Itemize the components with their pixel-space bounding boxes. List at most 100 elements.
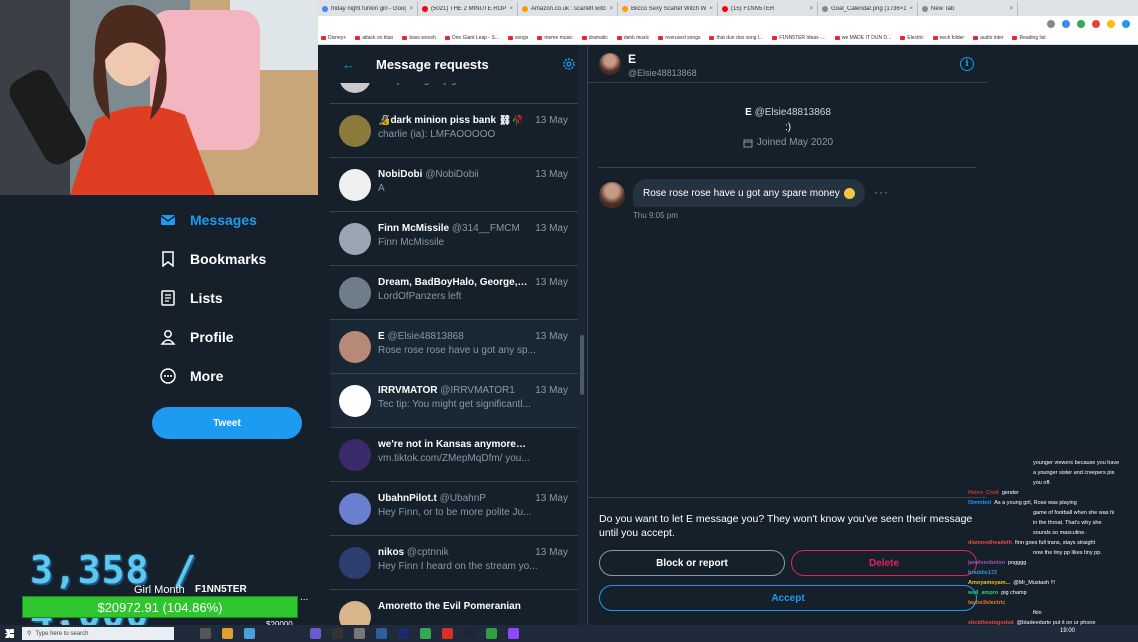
sidebar-item-messages[interactable]: Messages — [160, 212, 257, 228]
taskbar-app-icon[interactable] — [200, 628, 211, 639]
accept-button[interactable]: Accept — [599, 585, 977, 611]
conversation-item-handle: @314__FMCM — [451, 223, 520, 234]
bookmark-label: meme music — [544, 35, 573, 41]
extension-icon[interactable] — [1092, 20, 1100, 28]
taskbar-app-icon[interactable] — [354, 628, 365, 639]
scrollbar-thumb[interactable] — [580, 335, 584, 395]
bookmark-item[interactable]: dank music — [616, 35, 649, 41]
taskbar-app-icon[interactable] — [420, 628, 431, 639]
conversation-item-name: Finn McMissile @314__FMCM — [378, 223, 520, 234]
browser-tab[interactable]: (5021) THE 2 MINUTE ROPE BI× — [418, 2, 518, 16]
browser-tab[interactable]: Blicco Sexy Scarlet Witch Wa × — [618, 2, 718, 16]
taskbar-app-icon[interactable] — [222, 628, 233, 639]
chat-username: stickthestogodsd — [968, 620, 1014, 625]
conversation-item[interactable]: Finn McMissile @314__FMCM 13 May Finn McMi… — [330, 212, 578, 266]
bookmark-item[interactable]: attack on titan — [355, 35, 393, 41]
conversation-item-name: we're not in Kansas anymore 🔒 @13 May — [378, 439, 528, 450]
block-or-report-button[interactable]: Block or report — [599, 550, 785, 576]
taskbar-app-icon[interactable] — [310, 628, 321, 639]
sidebar-item-label: Bookmarks — [190, 251, 267, 267]
message-requests-title: Message requests — [376, 56, 489, 72]
bookmark-label: Disney+ — [328, 35, 347, 41]
sidebar-item-label: Lists — [190, 290, 223, 306]
taskbar-app-icon[interactable] — [442, 628, 453, 639]
taskbar-search[interactable]: ⚲ Type here to search — [22, 627, 174, 640]
chat-message: sounds so masculine. — [1033, 530, 1086, 536]
close-icon[interactable]: × — [509, 6, 513, 12]
bookmark-item[interactable]: neck folder — [932, 35, 964, 41]
bookmark-item[interactable]: One Giant Leap - S... — [444, 35, 499, 41]
chat-message: As a young girl, Rose was playing — [994, 500, 1077, 506]
conversation-item[interactable]: E @Elsie48813868 13 May Rose rose rose hav… — [330, 320, 578, 374]
back-arrow-icon[interactable]: ← — [342, 57, 355, 72]
browser-tab[interactable]: (15) F1NN5TER × — [718, 2, 818, 16]
conversation-item[interactable]: 🔏dark minion piss bank ⛓🥀 13 May charlie … — [330, 104, 578, 158]
gear-icon[interactable] — [562, 57, 576, 71]
taskbar-app-icon[interactable] — [464, 628, 475, 639]
tab-favicon-icon — [422, 6, 428, 12]
browser-tab[interactable]: Goal_Calendar.png (1736×123 × — [818, 2, 918, 16]
chat-line: in the throat. That's why she — [968, 518, 1138, 528]
windows-start-icon[interactable] — [5, 629, 14, 638]
sidebar-item-more[interactable]: More — [160, 368, 223, 384]
taskbar-app-icon[interactable] — [508, 628, 519, 639]
browser-tab[interactable]: friday night funkin girl - Goog × — [318, 2, 418, 16]
info-icon[interactable]: i — [960, 57, 974, 71]
sidebar-item-bookmarks[interactable]: Bookmarks — [160, 251, 266, 267]
conversation-item[interactable]: Amoretto the Evil Pomeranian — [330, 590, 578, 625]
bookmark-item[interactable]: that dun dun song l... — [709, 35, 763, 41]
taskbar-app-icon[interactable] — [332, 628, 343, 639]
taskbar-app-icon[interactable] — [398, 628, 409, 639]
bookmark-item[interactable]: Electric — [900, 35, 924, 41]
conversation-item[interactable]: we're not in Kansas anymore 🔒 @13 May vm.… — [330, 428, 578, 482]
close-icon[interactable]: × — [609, 6, 613, 12]
bookmark-favicon-icon — [1012, 36, 1018, 40]
taskbar-app-icon[interactable] — [376, 628, 387, 639]
chat-username: Amoyamoyam... — [968, 580, 1011, 586]
sidebar-item-lists[interactable]: Lists — [160, 290, 223, 306]
tab-favicon-icon — [922, 6, 928, 12]
taskbar-app-icon[interactable] — [486, 628, 497, 639]
bookmark-item[interactable]: we MADE IT DUN D... — [834, 35, 891, 41]
message-avatar[interactable] — [599, 182, 625, 208]
taskbar-app-icon[interactable] — [244, 628, 255, 639]
conversation-item-handle: @Elsie48813868 — [387, 331, 464, 342]
sidebar-item-profile[interactable]: Profile — [160, 329, 234, 345]
bookmark-item[interactable]: songs — [508, 35, 528, 41]
bookmark-favicon-icon — [321, 36, 326, 40]
conversation-item-date: 13 May — [535, 169, 568, 180]
conversation-item[interactable]: Dream, BadBoyHalo, George, S... 13 May Lo… — [330, 266, 578, 320]
bookmark-item[interactable]: Disney+ — [321, 35, 346, 41]
browser-tab[interactable]: New Tab × — [918, 2, 1018, 16]
profile-joined: Joined May 2020 — [756, 137, 834, 148]
close-icon[interactable]: × — [709, 6, 713, 12]
tweet-button[interactable]: Tweet — [152, 407, 302, 439]
conversation-item[interactable]: IRRVMATOR @IRRVMATOR1 13 May Tec tip: You … — [330, 374, 578, 428]
conversation-item[interactable]: UbahnPilot.t @UbahnP 13 May Hey Finn, or t… — [330, 482, 578, 536]
extension-icon[interactable] — [1062, 20, 1070, 28]
bookmark-item[interactable]: Reading list — [1012, 35, 1046, 41]
close-icon[interactable]: × — [1009, 6, 1013, 12]
conversation-item[interactable]: NobiDobi @NobiDobii 13 May A — [330, 158, 578, 212]
close-icon[interactable]: × — [809, 6, 813, 12]
profile-summary: E @Elsie48813868 :) Joined May 2020 — [588, 107, 988, 148]
close-icon[interactable]: × — [909, 6, 913, 12]
bookmark-item[interactable]: meme music — [537, 35, 573, 41]
profile-avatar-icon[interactable] — [1122, 20, 1130, 28]
browser-tab[interactable]: Amazon.co.uk : scarlett witch × — [518, 2, 618, 16]
accept-request-prompt: Do you want to let E message you? They w… — [588, 497, 988, 611]
bookmark-item[interactable]: bass woosh — [402, 35, 436, 41]
avatar[interactable] — [599, 53, 621, 75]
bookmark-item[interactable]: dramatic — [581, 35, 608, 41]
bookmark-item[interactable]: overused songs — [658, 35, 700, 41]
extension-icon[interactable] — [1077, 20, 1085, 28]
message-more-button[interactable]: ··· — [874, 185, 889, 199]
close-icon[interactable]: × — [409, 6, 413, 12]
bookmark-item[interactable]: audio inter — [973, 35, 1003, 41]
bookmark-item[interactable]: F1NN5TER Ideas -... — [772, 35, 826, 41]
message-bubble[interactable]: Rose rose rose have u got any spare mone… — [633, 179, 865, 207]
delete-button[interactable]: Delete — [791, 550, 977, 576]
extension-icon[interactable] — [1047, 20, 1055, 28]
conversation-item[interactable]: nikos @cptnnik 13 May Hey Finn I heard on … — [330, 536, 578, 590]
extension-icon[interactable] — [1107, 20, 1115, 28]
